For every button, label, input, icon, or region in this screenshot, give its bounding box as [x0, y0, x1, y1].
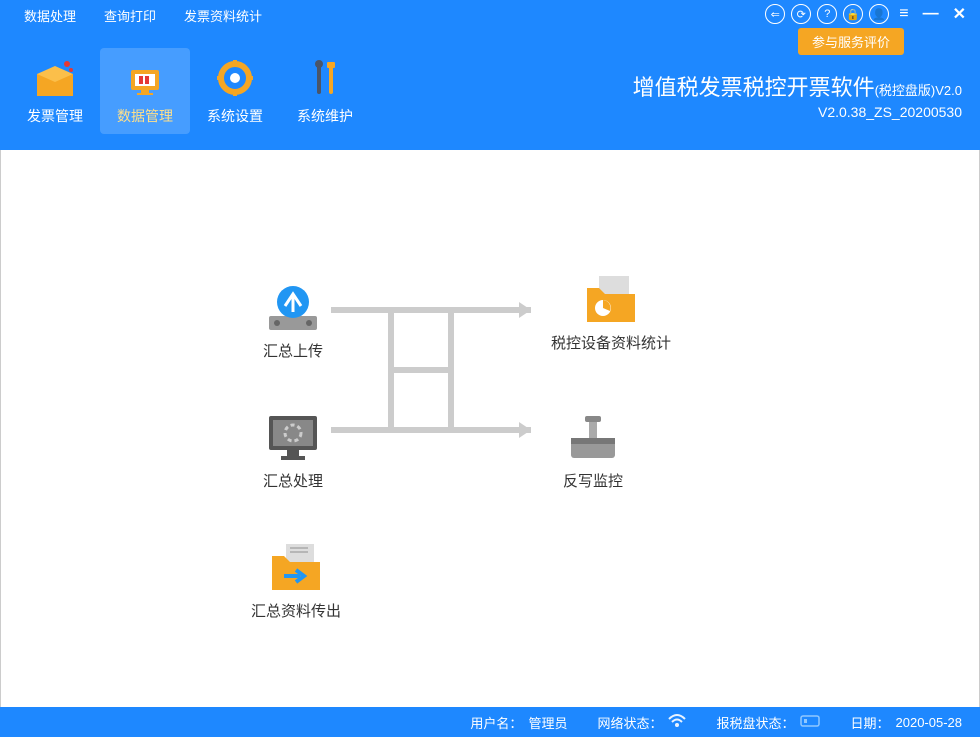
toolbar-invoice-mgmt[interactable]: 发票管理	[10, 48, 100, 134]
status-user-value: 管理员	[528, 713, 567, 732]
flow-connector	[331, 300, 561, 460]
minimize-icon[interactable]: —	[919, 5, 943, 23]
toolbar-system-settings[interactable]: 系统设置	[190, 48, 280, 134]
statusbar: 用户名： 管理员 网络状态： 报税盘状态： 日期： 2020-05-28	[0, 707, 980, 737]
folder-screen-icon	[121, 56, 169, 100]
node-label: 汇总资料传出	[251, 602, 341, 622]
node-writeback-monitor[interactable]: 反写监控	[561, 410, 625, 492]
toolbar-label: 发票管理	[27, 106, 83, 126]
app-title-sub: (税控盘版)V2.0	[875, 83, 962, 98]
menu-invoice-stats[interactable]: 发票资料统计	[170, 2, 276, 29]
folder-chart-icon	[579, 272, 643, 328]
menu-query-print[interactable]: 查询打印	[90, 2, 170, 29]
node-label: 汇总处理	[263, 472, 323, 492]
close-icon[interactable]: ✕	[949, 4, 970, 24]
user-icon[interactable]: 👤	[869, 4, 889, 24]
upload-device-icon	[261, 280, 325, 336]
status-date-label: 日期：	[850, 713, 889, 732]
service-rating-button[interactable]: 参与服务评价	[798, 28, 904, 55]
gear-icon	[211, 56, 259, 100]
settings-icon[interactable]: ≡	[895, 5, 912, 23]
node-label: 汇总上传	[263, 342, 323, 362]
toolbar-label: 系统设置	[207, 106, 263, 126]
status-net-label: 网络状态：	[597, 713, 662, 732]
status-date-value: 2020-05-28	[896, 715, 963, 730]
help-icon[interactable]: ?	[817, 4, 837, 24]
status-date: 日期： 2020-05-28	[850, 713, 962, 732]
toolbar-label: 数据管理	[117, 106, 173, 126]
node-summary-process[interactable]: 汇总处理	[261, 410, 325, 492]
wifi-icon	[668, 714, 686, 731]
sync-icon[interactable]: ⟳	[791, 4, 811, 24]
status-user: 用户名： 管理员	[470, 713, 567, 732]
disk-icon	[800, 714, 820, 731]
app-title: 增值税发票税控开票软件(税控盘版)V2.0 V2.0.38_ZS_2020053…	[633, 70, 962, 120]
status-tax-label: 报税盘状态：	[716, 713, 794, 732]
status-user-label: 用户名：	[470, 713, 522, 732]
status-network: 网络状态：	[597, 713, 686, 732]
folder-export-icon	[264, 540, 328, 596]
toolbar-system-maintain[interactable]: 系统维护	[280, 48, 370, 134]
menu-data-process[interactable]: 数据处理	[10, 2, 90, 29]
lock-icon[interactable]: 🔒	[843, 4, 863, 24]
header: 数据处理 查询打印 发票资料统计 ⇐ ⟳ ? 🔒 👤 ≡ — ✕ 参与服务评价 …	[0, 0, 980, 150]
node-label: 反写监控	[563, 472, 623, 492]
tools-icon	[301, 56, 349, 100]
app-title-main: 增值税发票税控开票软件	[633, 75, 875, 100]
box-icon	[31, 56, 79, 100]
node-tax-device-stats[interactable]: 税控设备资料统计	[551, 272, 671, 354]
toolbar-label: 系统维护	[297, 106, 353, 126]
titlebar-controls: ⇐ ⟳ ? 🔒 👤 ≡ — ✕	[765, 4, 970, 24]
node-summary-export[interactable]: 汇总资料传出	[251, 540, 341, 622]
node-summary-upload[interactable]: 汇总上传	[261, 280, 325, 362]
node-label: 税控设备资料统计	[551, 334, 671, 354]
status-tax-disk: 报税盘状态：	[716, 713, 820, 732]
scanner-icon	[561, 410, 625, 466]
app-version: V2.0.38_ZS_20200530	[633, 104, 962, 120]
back-icon[interactable]: ⇐	[765, 4, 785, 24]
content-area: 汇总上传 汇总处理 税控设备资料统计 反写监控 汇总资料传出	[0, 150, 980, 707]
toolbar-data-mgmt[interactable]: 数据管理	[100, 48, 190, 134]
monitor-icon	[261, 410, 325, 466]
